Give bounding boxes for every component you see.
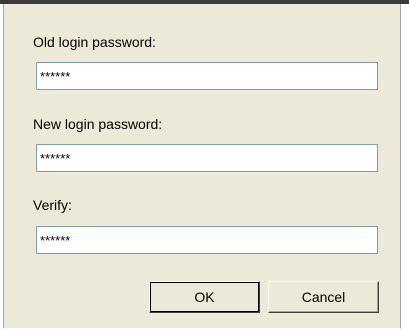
old-password-label: Old login password: xyxy=(33,34,156,50)
change-password-dialog: Old login password: New login password: … xyxy=(3,4,401,329)
cancel-button[interactable]: Cancel xyxy=(268,281,379,313)
window-frame: Old login password: New login password: … xyxy=(0,0,409,331)
verify-password-field[interactable] xyxy=(36,226,378,254)
verify-password-label: Verify: xyxy=(33,197,72,213)
old-password-field[interactable] xyxy=(36,62,378,90)
new-password-field[interactable] xyxy=(36,144,378,172)
new-password-label: New login password: xyxy=(33,116,163,132)
ok-button[interactable]: OK xyxy=(149,281,260,313)
